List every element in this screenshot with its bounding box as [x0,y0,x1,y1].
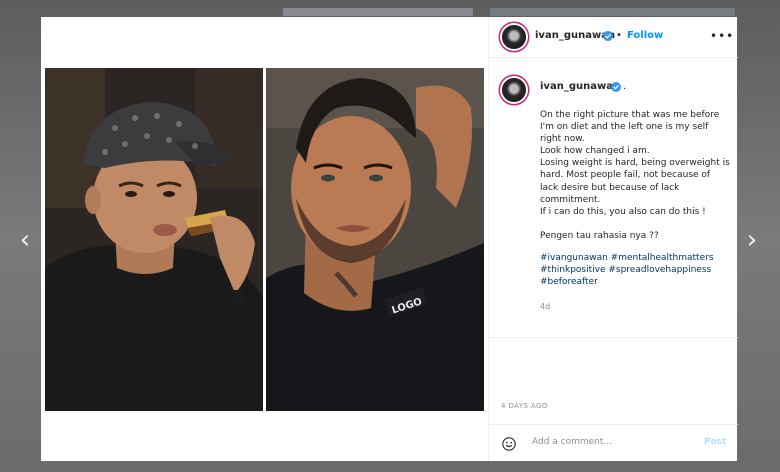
previous-post-arrow-icon[interactable]: ‹ [14,226,36,254]
before-photo: LOGO [266,68,484,411]
caption-suffix: . [623,81,627,92]
caption-username[interactable]: ivan_gunawan [540,81,620,92]
more-options-icon[interactable]: ••• [710,29,734,43]
separator-dot: • [616,30,622,41]
follow-button[interactable]: Follow [627,30,663,41]
caption-text: On the right picture that was me before … [540,110,730,241]
caption-hashtags[interactable]: #ivangunawan #mentalhealthmatters #think… [540,252,730,288]
emoji-icon[interactable] [502,437,516,451]
divider [489,337,738,338]
post-details-panel: ivan_gunawan • Follow ••• ivan_gunawan .… [488,17,738,461]
divider [489,424,738,425]
verified-badge-icon [603,31,613,41]
caption-avatar[interactable] [502,78,526,102]
background-image-strip [490,8,735,16]
post-modal: LOGO ivan_gunawan • Follow ••• ivan_guna… [41,17,738,461]
comment-input[interactable]: Add a comment... [532,437,612,447]
next-post-arrow-icon[interactable]: › [741,226,763,254]
post-media: LOGO [41,17,488,461]
post-comment-button[interactable]: Post [704,437,726,447]
after-photo-illustration [45,68,263,411]
before-photo-illustration: LOGO [266,68,484,411]
after-photo [45,68,263,411]
post-header: ivan_gunawan • Follow ••• [489,17,738,58]
comment-bar: Add a comment... Post [489,428,738,461]
caption-age: 4d [540,302,551,311]
post-date: 4 DAYS AGO [501,402,548,410]
avatar[interactable] [502,25,526,49]
verified-badge-icon [611,82,621,92]
background-image-strip [283,8,473,16]
